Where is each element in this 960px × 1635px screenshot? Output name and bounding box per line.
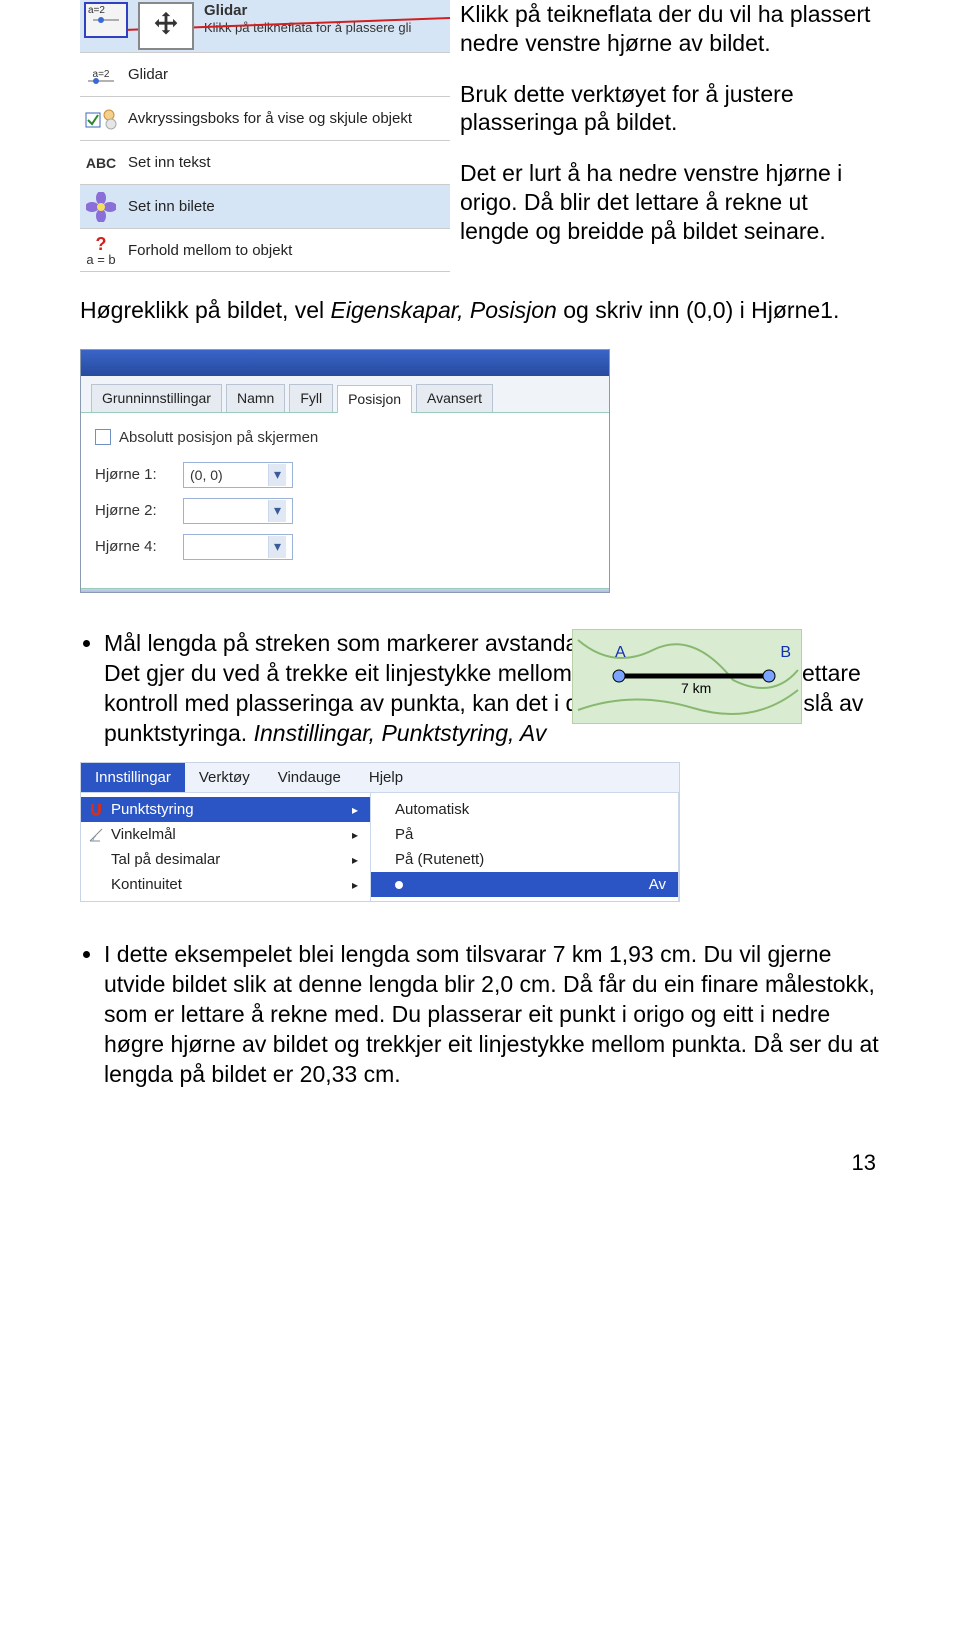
map-point-b: B: [780, 644, 791, 662]
annot-p3: Det er lurt å ha nedre venstre hjørne i …: [460, 159, 880, 245]
menubar: Innstillingar Verktøy Vindauge Hjelp: [81, 763, 679, 793]
chevron-down-icon: ▾: [268, 536, 286, 558]
tool-label: Set inn tekst: [128, 154, 211, 171]
chevron-down-icon: ▾: [268, 464, 286, 486]
map-scale-label: 7 km: [681, 680, 711, 696]
chevron-down-icon: ▾: [268, 500, 286, 522]
dialog-tabs: Grunninnstillingar Namn Fyll Posisjon Av…: [81, 376, 609, 413]
map-scale-snippet: A B 7 km: [572, 629, 802, 724]
corner1-value: (0, 0): [190, 467, 223, 483]
tool-label: Glidar: [128, 66, 168, 83]
menu-item-punktstyring[interactable]: Punktstyring▸: [81, 797, 370, 822]
tool-row-glidar-active: a=2 Glidar Klikk på teikneflata for å pl…: [80, 0, 450, 52]
annotation-column: Klikk på teikneflata der du vil ha plass…: [460, 0, 880, 272]
tab-namn[interactable]: Namn: [226, 384, 285, 412]
checkbox-toggle-icon: [84, 102, 118, 136]
corner2-combo[interactable]: ▾: [183, 498, 293, 524]
menu-snippet: Innstillingar Verktøy Vindauge Hjelp Pun…: [80, 762, 680, 902]
angle-icon: [87, 826, 105, 844]
tab-grunninnstillingar[interactable]: Grunninnstillingar: [91, 384, 222, 412]
magnet-icon: [87, 801, 105, 819]
menu-innstillingar[interactable]: Innstillingar: [81, 763, 185, 792]
tool-glidar-title: Glidar: [204, 2, 247, 19]
tab-fyll[interactable]: Fyll: [289, 384, 333, 412]
properties-dialog: Grunninnstillingar Namn Fyll Posisjon Av…: [80, 349, 610, 593]
menu-item-desimalar[interactable]: Tal på desimalar▸: [81, 847, 370, 872]
dialog-titlebar: [81, 350, 609, 376]
tool-label: Set inn bilete: [128, 198, 215, 215]
corner2-label: Hjørne 2:: [95, 502, 175, 519]
annot-p1: Klikk på teikneflata der du vil ha plass…: [460, 0, 880, 58]
move-icon: [138, 2, 194, 50]
bullet-example: I dette eksempelet blei lengda som tilsv…: [104, 940, 880, 1089]
submenu-pa-rutenett[interactable]: På (Rutenett): [371, 847, 678, 872]
tool-row-text[interactable]: ABC Set inn tekst: [80, 140, 450, 184]
tool-label: Forhold mellom to objekt: [128, 242, 292, 259]
tool-label: Avkryssingsboks for å vise og skjule obj…: [128, 110, 412, 127]
slider-small-icon: a=2: [84, 2, 128, 38]
text-icon: ABC: [84, 146, 118, 180]
absolute-position-checkbox[interactable]: [95, 429, 111, 445]
absolute-position-row: Absolutt posisjon på skjermen: [95, 429, 595, 446]
relation-icon: ? a = b: [84, 233, 118, 267]
corner4-label: Hjørne 4:: [95, 538, 175, 555]
flower-icon: [84, 190, 118, 224]
tab-posisjon[interactable]: Posisjon: [337, 385, 412, 413]
annot-p2: Bruk dette verktøyet for å justere plass…: [460, 80, 880, 138]
submenu-pa[interactable]: På: [371, 822, 678, 847]
tool-row-checkbox[interactable]: Avkryssingsboks for å vise og skjule obj…: [80, 96, 450, 140]
menu-item-vinkelmal[interactable]: Vinkelmål▸: [81, 822, 370, 847]
tab-avansert[interactable]: Avansert: [416, 384, 493, 412]
menu-item-kontinuitet[interactable]: Kontinuitet▸: [81, 872, 370, 897]
mid-instruction: Høgreklikk på bildet, vel Eigenskapar, P…: [80, 296, 880, 326]
slider-icon: a=2: [84, 58, 118, 92]
corner1-label: Hjørne 1:: [95, 466, 175, 483]
corner1-combo[interactable]: (0, 0) ▾: [183, 462, 293, 488]
tool-row-image[interactable]: Set inn bilete: [80, 184, 450, 228]
tool-panel: a=2 Glidar Klikk på teikneflata for å pl…: [80, 0, 450, 272]
menu-verktoy[interactable]: Verktøy: [185, 763, 264, 792]
tool-glidar-help: Klikk på teikneflata for å plassere gli: [204, 20, 411, 35]
absolute-position-label: Absolutt posisjon på skjermen: [119, 429, 318, 446]
tool-row-relation[interactable]: ? a = b Forhold mellom to objekt: [80, 228, 450, 272]
page-number: 13: [80, 1150, 880, 1176]
menu-hjelp[interactable]: Hjelp: [355, 763, 417, 792]
corner4-combo[interactable]: ▾: [183, 534, 293, 560]
radio-selected-icon: [395, 881, 403, 889]
map-point-a: A: [615, 644, 626, 662]
submenu-automatisk[interactable]: Automatisk: [371, 797, 678, 822]
tool-glidar-label-block: Glidar Klikk på teikneflata for å plasse…: [204, 2, 411, 36]
tool-row-glidar[interactable]: a=2 Glidar: [80, 52, 450, 96]
menu-vindauge[interactable]: Vindauge: [264, 763, 355, 792]
submenu-av[interactable]: Av: [371, 872, 678, 897]
